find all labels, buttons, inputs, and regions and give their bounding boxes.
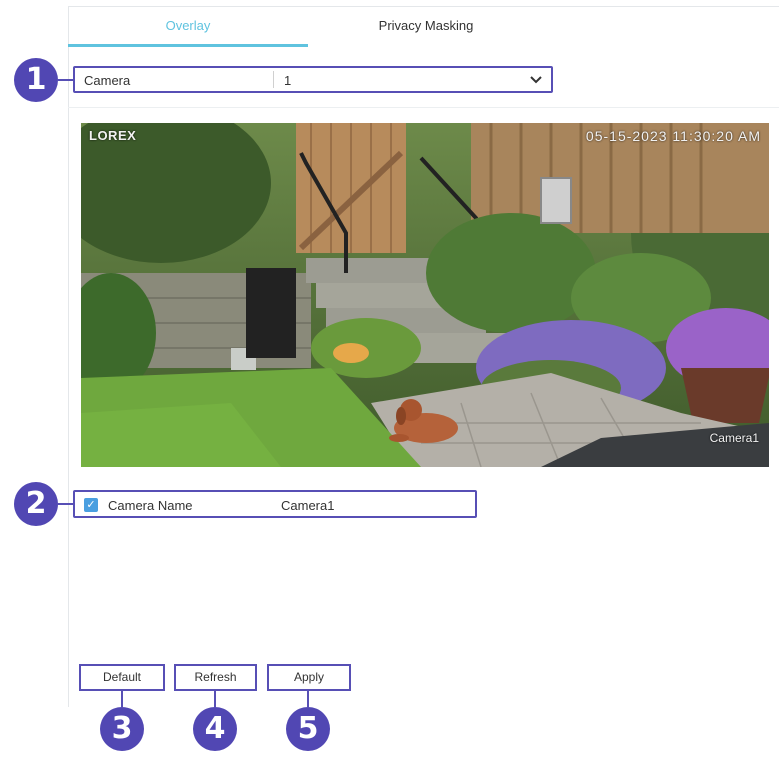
callout-badge-5: 5 <box>286 707 330 751</box>
tab-overlay[interactable]: Overlay <box>68 6 308 47</box>
preview-camera-name: Camera1 <box>709 431 759 445</box>
camera-name-row: ✓ Camera Name Camera1 <box>73 490 477 518</box>
callout-5-connector <box>307 691 309 707</box>
callout-1-connector <box>58 79 74 81</box>
garden-scene-image <box>81 123 769 467</box>
camera-select-separator <box>273 71 274 88</box>
callout-badge-2: 2 <box>14 482 58 526</box>
refresh-button[interactable]: Refresh <box>174 664 257 691</box>
camera-preview: LOREX 05-15-2023 11:30:20 AM Camera1 <box>81 123 769 467</box>
apply-button[interactable]: Apply <box>267 664 351 691</box>
camera-name-value[interactable]: Camera1 <box>281 498 334 513</box>
preview-timestamp: 05-15-2023 11:30:20 AM <box>585 128 761 144</box>
callout-3-connector <box>121 691 123 707</box>
divider <box>68 107 779 108</box>
camera-select[interactable]: Camera 1 <box>73 66 553 93</box>
camera-name-label: Camera Name <box>108 498 193 513</box>
default-button[interactable]: Default <box>79 664 165 691</box>
callout-2-connector <box>58 503 74 505</box>
callout-4-connector <box>214 691 216 707</box>
callout-badge-4: 4 <box>193 707 237 751</box>
callout-badge-3: 3 <box>100 707 144 751</box>
camera-select-value: 1 <box>284 73 292 88</box>
callout-badge-1: 1 <box>14 58 58 102</box>
tab-privacy-masking[interactable]: Privacy Masking <box>308 6 544 46</box>
camera-select-label: Camera <box>84 73 131 88</box>
chevron-down-icon[interactable] <box>528 71 544 87</box>
preview-logo: LOREX <box>89 128 137 143</box>
camera-name-checkbox[interactable]: ✓ <box>84 498 98 512</box>
